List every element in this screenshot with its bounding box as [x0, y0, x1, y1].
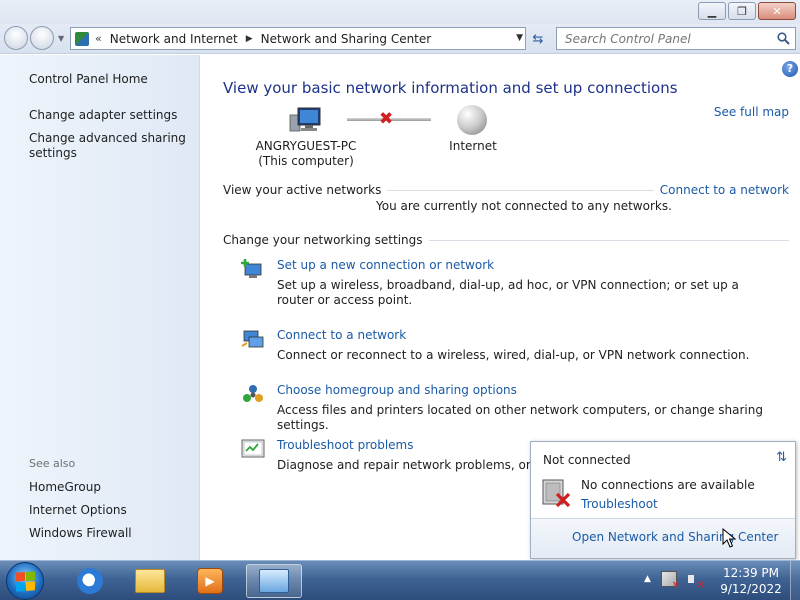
computer-name-label: ANGRYGUEST-PC (This computer)	[249, 139, 363, 169]
clock-date: 9/12/2022	[720, 582, 782, 596]
search-input[interactable]	[565, 31, 775, 46]
taskbar-control-panel[interactable]	[246, 564, 302, 598]
open-network-center-link[interactable]: Open Network and Sharing Center	[572, 530, 778, 544]
control-panel-home-link[interactable]: Control Panel Home	[29, 72, 194, 87]
connect-network-task-link[interactable]: Connect to a network	[277, 328, 406, 342]
change-advanced-sharing-link[interactable]: Change advanced sharing settings	[29, 131, 194, 161]
title-bar: ▁ ❐ ✕	[0, 0, 800, 24]
change-settings-heading: Change your networking settings	[223, 233, 429, 247]
homegroup-link[interactable]: HomeGroup	[29, 480, 194, 495]
troubleshoot-icon	[241, 439, 265, 458]
change-adapter-settings-link[interactable]: Change adapter settings	[29, 108, 194, 123]
see-also-heading: See also	[29, 457, 76, 470]
minimize-button[interactable]: ▁	[698, 2, 726, 20]
navigation-bar: ▼ « Network and Internet ▶ Network and S…	[0, 24, 800, 54]
no-connection-icon	[542, 479, 571, 508]
show-hidden-icons-icon[interactable]: ▲	[644, 574, 651, 584]
back-button[interactable]	[4, 26, 28, 50]
refresh-icon[interactable]: ⇆	[528, 29, 548, 49]
connect-network-description: Connect or reconnect to a wireless, wire…	[277, 348, 750, 362]
connect-network-icon	[241, 330, 264, 348]
folder-icon	[135, 569, 165, 593]
close-button[interactable]: ✕	[758, 2, 796, 20]
homegroup-sharing-description: Access files and printers located on oth…	[277, 403, 763, 432]
homegroup-sharing-link[interactable]: Choose homegroup and sharing options	[277, 383, 517, 397]
popup-footer: Open Network and Sharing Center	[531, 518, 795, 558]
clock-time: 12:39 PM	[723, 566, 779, 580]
help-icon[interactable]: ?	[782, 61, 798, 77]
active-networks-heading: View your active networks	[223, 183, 388, 197]
disconnected-x-icon[interactable]: ✖	[379, 110, 393, 128]
window-controls: ▁ ❐ ✕	[698, 2, 796, 20]
forward-button[interactable]	[30, 26, 54, 50]
windows-logo-icon	[16, 571, 35, 592]
breadcrumb-overflow-icon[interactable]: «	[95, 32, 102, 45]
maximize-button[interactable]: ❐	[728, 2, 756, 20]
popup-troubleshoot-link[interactable]: Troubleshoot	[581, 497, 658, 511]
internet-label: Internet	[449, 139, 497, 153]
troubleshoot-problems-link[interactable]: Troubleshoot problems	[277, 438, 413, 452]
left-task-pane: Control Panel Home Change adapter settin…	[0, 55, 200, 560]
computer-name: ANGRYGUEST-PC	[255, 139, 357, 153]
taskbar-internet-explorer[interactable]: e	[62, 564, 118, 598]
not-connected-message: You are currently not connected to any n…	[376, 199, 672, 213]
network-status-popup: Not connected ⇅ No connections are avail…	[530, 441, 796, 559]
control-panel-icon	[75, 31, 89, 46]
internet-explorer-icon: e	[77, 568, 103, 594]
popup-refresh-icon[interactable]: ⇅	[776, 450, 787, 465]
taskbar-windows-explorer[interactable]	[122, 564, 178, 598]
breadcrumb-network-sharing-center[interactable]: Network and Sharing Center	[261, 32, 432, 46]
address-dropdown-icon[interactable]: ▼	[516, 33, 523, 43]
no-connections-message: No connections are available	[581, 478, 755, 492]
volume-muted-icon[interactable]	[687, 571, 705, 591]
internet-globe-icon[interactable]	[457, 105, 487, 135]
breadcrumb-separator-icon[interactable]: ▶	[246, 34, 253, 44]
this-computer-label: (This computer)	[258, 154, 354, 168]
mouse-cursor-icon	[722, 528, 736, 548]
clock[interactable]: 12:39 PM 9/12/2022	[716, 565, 786, 597]
address-bar[interactable]: « Network and Internet ▶ Network and Sha…	[70, 27, 526, 50]
show-desktop-button[interactable]	[790, 561, 800, 600]
computer-icon[interactable]	[289, 107, 323, 133]
recent-pages-dropdown-icon[interactable]: ▼	[58, 34, 64, 43]
start-button[interactable]	[6, 562, 44, 600]
setup-connection-description: Set up a wireless, broadband, dial-up, a…	[277, 278, 739, 307]
taskbar-media-player[interactable]: ▶	[182, 564, 238, 598]
connect-to-network-link[interactable]: Connect to a network	[653, 183, 789, 197]
setup-connection-link[interactable]: Set up a new connection or network	[277, 258, 494, 272]
popup-title: Not connected	[543, 453, 631, 467]
internet-options-link[interactable]: Internet Options	[29, 503, 194, 518]
search-icon[interactable]	[777, 32, 790, 45]
media-player-icon: ▶	[197, 568, 223, 594]
see-full-map-link[interactable]: See full map	[714, 105, 789, 119]
taskbar: e ▶ ▲ 12:39 PM 9/12/2022	[0, 560, 800, 600]
system-tray: ▲	[644, 571, 705, 591]
windows-firewall-link[interactable]: Windows Firewall	[29, 526, 194, 541]
network-center-icon	[259, 569, 289, 593]
breadcrumb-network-and-internet[interactable]: Network and Internet	[110, 32, 238, 46]
homegroup-icon	[243, 385, 263, 402]
page-title: View your basic network information and …	[223, 79, 678, 97]
search-box[interactable]	[556, 27, 796, 50]
network-status-tray-icon[interactable]	[660, 571, 680, 591]
new-connection-icon	[241, 259, 262, 278]
